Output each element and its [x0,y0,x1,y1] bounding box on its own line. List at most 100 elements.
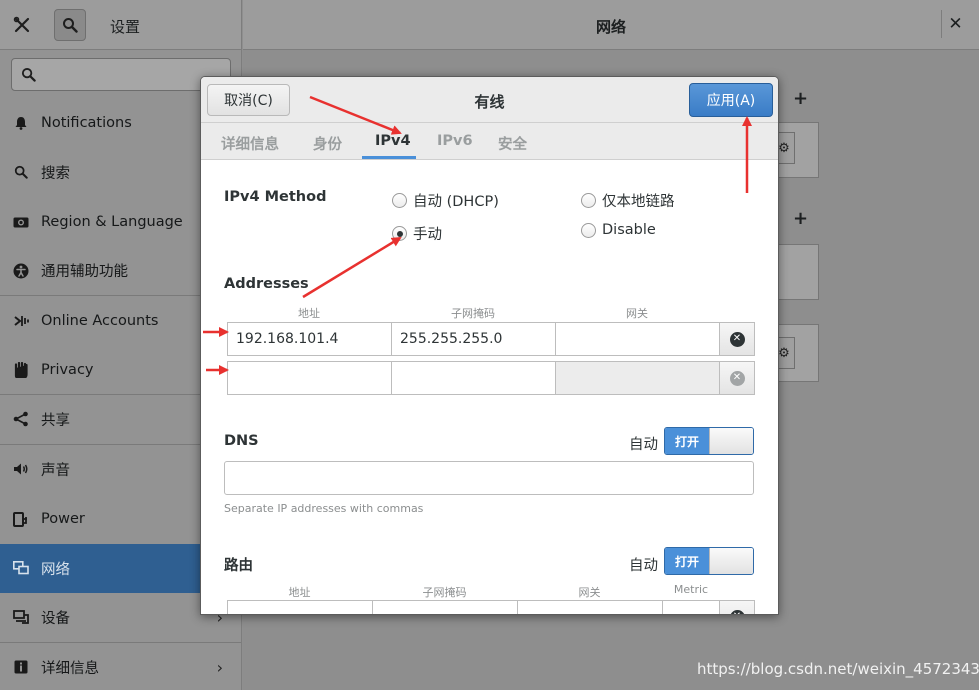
hand-icon [12,361,30,379]
radio-indicator [392,193,407,208]
address-input[interactable] [227,361,392,395]
sidebar-item-label: 网络 [41,561,70,578]
route-column-address: 地址 [288,586,311,599]
delete-address-button-disabled: ✕ [719,361,755,395]
ipv4-method-label: IPv4 Method [224,189,327,205]
radio-indicator-checked [392,226,407,241]
radio-manual[interactable]: 手动 [392,223,442,244]
route-column-metric: Metric [673,583,709,596]
netmask-input[interactable] [391,361,556,395]
sidebar-header: 设置 [0,0,242,50]
sidebar-item-details[interactable]: 详细信息 › [0,643,241,690]
add-connection-button[interactable]: + [793,88,808,109]
sidebar-item-label: Power [41,510,85,527]
delete-route-button[interactable]: ✕ [719,600,755,614]
delete-address-button[interactable]: ✕ [719,322,755,356]
dns-label: DNS [224,433,259,449]
bell-icon [12,114,30,132]
search-icon [63,18,78,33]
close-button[interactable]: ✕ [941,10,969,38]
power-icon [12,510,30,528]
route-metric-input[interactable] [662,600,720,614]
network-title: 网络 [595,18,626,36]
radio-label: 仅本地链路 [602,194,675,210]
apply-button[interactable]: 应用(A) [689,83,773,117]
radio-indicator [581,222,596,238]
dns-input[interactable] [224,461,754,495]
radio-indicator [581,193,596,208]
remove-icon: ✕ [729,331,745,347]
route-column-gateway: 网关 [578,586,601,599]
dialog-tabbar: 详细信息 身份 IPv4 IPv6 安全 [201,123,778,160]
sidebar-item-label: Notifications [41,114,132,131]
sidebar-item-label: 详细信息 [41,660,99,677]
tab-ipv4[interactable]: IPv4 [375,133,411,149]
dns-auto-label: 自动 [629,437,658,453]
switch-on-label: 打开 [665,548,709,574]
routes-label: 路由 [224,558,253,574]
tab-security[interactable]: 安全 [498,133,527,154]
column-gateway: 网关 [626,307,648,320]
sidebar-item-label: 设备 [41,610,70,627]
tools-button[interactable] [6,9,38,41]
ipv4-settings: IPv4 Method 自动 (DHCP) 仅本地链路 手动 Disable A… [201,161,778,614]
netmask-input[interactable]: 255.255.255.0 [391,322,556,356]
sidebar-item-label: 搜索 [41,165,70,182]
switch-knob [709,428,753,454]
tab-ipv6[interactable]: IPv6 [437,133,473,149]
switch-on-label: 打开 [665,428,709,454]
search-icon [21,67,36,82]
tab-identity[interactable]: 身份 [313,133,342,154]
tools-icon [13,16,30,33]
sidebar-item-label: 共享 [41,412,70,429]
routes-auto-label: 自动 [629,558,658,574]
vpn-card [773,244,819,300]
route-netmask-input[interactable] [372,600,518,614]
network-header: 网络 ✕ [243,0,979,50]
online-accounts-icon [12,312,30,330]
settings-title: 设置 [110,18,141,36]
active-tab-indicator [362,156,416,159]
camera-icon [12,213,30,231]
column-netmask: 子网掩码 [451,307,495,320]
sidebar-item-label: 通用辅助功能 [41,264,128,281]
address-input[interactable]: 192.168.101.4 [227,322,392,356]
add-vpn-button[interactable]: + [793,208,808,229]
gateway-input-disabled [555,361,720,395]
close-icon: ✕ [948,14,963,34]
wired-settings-dialog: 取消(C) 有线 应用(A) 详细信息 身份 IPv4 IPv6 安全 IPv4… [200,76,779,615]
route-gateway-input[interactable] [517,600,663,614]
radio-label: Disable [602,222,656,238]
radio-dhcp[interactable]: 自动 (DHCP) [392,190,499,211]
addresses-label: Addresses [224,276,309,292]
dns-auto-switch[interactable]: 打开 [664,427,754,455]
sidebar-item-label: Privacy [41,361,94,378]
devices-icon [12,608,30,626]
watermark: https://blog.csdn.net/weixin_45723435 [697,660,979,678]
search-icon [12,163,30,181]
sidebar-item-label: 声音 [41,462,70,479]
sidebar-item-label: Online Accounts [41,312,159,329]
gear-icon: ⚙ [778,140,790,156]
gateway-input[interactable] [555,322,720,356]
accessibility-icon [12,262,30,280]
column-address: 地址 [298,307,320,320]
info-icon [12,658,30,676]
remove-icon: ✕ [729,370,745,386]
tab-details[interactable]: 详细信息 [221,133,279,154]
dns-hint: Separate IP addresses with commas [224,502,424,515]
remove-icon: ✕ [729,609,745,614]
radio-disable[interactable]: Disable [581,222,656,238]
radio-link-local[interactable]: 仅本地链路 [581,190,675,211]
route-address-input[interactable] [227,600,373,614]
routes-auto-switch[interactable]: 打开 [664,547,754,575]
search-toggle-button[interactable] [54,9,86,41]
radio-label: 手动 [413,227,442,243]
network-icon [12,559,30,577]
route-column-netmask: 子网掩码 [422,586,467,599]
sidebar-search-input[interactable] [11,58,231,91]
gear-icon: ⚙ [778,345,790,361]
radio-label: 自动 (DHCP) [413,194,499,210]
speaker-icon [12,460,30,478]
chevron-right-icon: › [216,657,223,677]
